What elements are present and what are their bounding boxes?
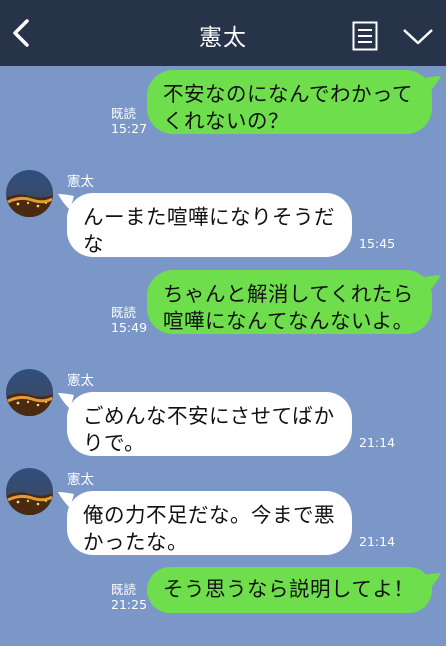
message-line: りで。 <box>83 431 146 455</box>
message-line: ちゃんと解消してくれたら <box>163 282 414 306</box>
message-bubble[interactable]: そう思うなら説明してよ！ <box>147 567 432 613</box>
sender-name: 憲太 <box>67 174 94 190</box>
message-line: 俺の力不足だな。今まで悪 <box>83 503 335 527</box>
message-line: 喧嘩になんてなんないよ。 <box>163 309 414 333</box>
message-line: くれないの？ <box>163 109 289 133</box>
avatar[interactable] <box>6 468 53 515</box>
message-meta: 既読 15:49 <box>111 305 147 335</box>
read-status: 既読 <box>111 582 137 597</box>
message-line: そう思うなら説明してよ！ <box>163 577 415 601</box>
read-status: 既読 <box>111 106 137 121</box>
sender-name: 憲太 <box>67 472 94 488</box>
message-time: 21:25 <box>111 597 148 612</box>
sender-name: 憲太 <box>67 373 94 389</box>
avatar-night-city-icon <box>6 468 53 515</box>
message-time: 15:27 <box>111 121 148 136</box>
chat-title: 憲太 <box>199 25 247 51</box>
message-bubble[interactable]: 不安なのになんでわかって くれないの？ <box>147 70 432 134</box>
message-time: 15:45 <box>359 236 396 251</box>
avatar-night-city-icon <box>6 170 53 217</box>
avatar-night-city-icon <box>6 369 53 416</box>
read-status: 既読 <box>111 305 137 320</box>
message-meta: 既読 21:25 <box>111 582 147 612</box>
message-line: 不安なのになんでわかって <box>163 82 413 106</box>
message-bubble[interactable]: ちゃんと解消してくれたら 喧嘩になんてなんないよ。 <box>147 270 432 334</box>
avatar[interactable] <box>6 369 53 416</box>
avatar[interactable] <box>6 170 53 217</box>
notes-menu-icon[interactable] <box>352 21 378 51</box>
message-line: な <box>83 232 104 256</box>
message-bubble[interactable]: ごめんな不安にさせてばか りで。 <box>67 392 352 456</box>
message-line: ごめんな不安にさせてばか <box>83 404 335 428</box>
chat-header: 憲太 <box>0 0 446 66</box>
message-line: かったな。 <box>83 530 188 554</box>
chevron-down-icon[interactable] <box>402 27 434 47</box>
message-time: 21:14 <box>359 534 396 549</box>
message-bubble[interactable]: んーまた喧嘩になりそうだ な <box>67 193 352 257</box>
message-bubble[interactable]: 俺の力不足だな。今まで悪 かったな。 <box>67 491 352 555</box>
message-time: 21:14 <box>359 435 396 450</box>
message-line: んーまた喧嘩になりそうだ <box>83 205 335 229</box>
message-meta: 既読 15:27 <box>111 106 147 136</box>
message-time: 15:49 <box>111 320 148 335</box>
